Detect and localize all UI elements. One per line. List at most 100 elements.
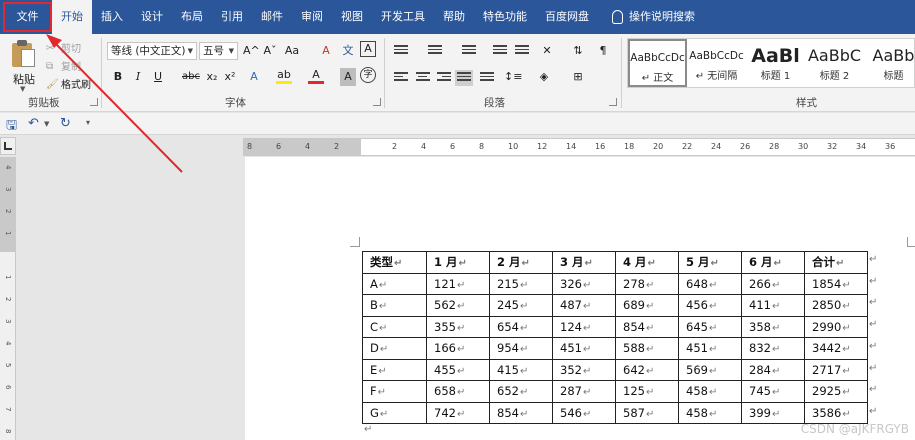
tab-view[interactable]: 视图 <box>332 0 372 34</box>
numbering-icon[interactable] <box>428 45 442 57</box>
table-cell[interactable]: 658↵ <box>426 380 490 403</box>
table-cell[interactable]: 166↵ <box>426 337 490 360</box>
table-header-cell[interactable]: 合计↵ <box>804 251 868 274</box>
table-cell[interactable]: 648↵ <box>678 272 742 295</box>
table-cell[interactable]: D↵ <box>362 337 427 360</box>
table-cell[interactable]: 287↵ <box>552 380 616 403</box>
style-item[interactable]: AaBbCcDc ↵ 正文 <box>628 39 687 87</box>
clear-format-button[interactable]: A <box>318 42 334 60</box>
font-size-dropdown[interactable]: 五号 ▼ <box>199 42 238 60</box>
line-spacing-icon[interactable]: ↕≡ <box>504 68 522 86</box>
table-cell[interactable]: 2717↵ <box>804 358 868 381</box>
font-family-dropdown[interactable]: 等线 (中文正文) ▼ <box>107 42 197 60</box>
table-cell[interactable]: A↵ <box>362 272 427 295</box>
table-cell[interactable]: 487↵ <box>552 294 616 317</box>
redo-icon[interactable]: ↻ <box>60 116 71 131</box>
table-cell[interactable]: 415↵ <box>489 358 553 381</box>
table-cell[interactable]: 3586↵ <box>804 401 868 424</box>
table-cell[interactable]: 455↵ <box>426 358 490 381</box>
tab-baidu[interactable]: 百度网盘 <box>536 0 598 34</box>
align-right-icon[interactable] <box>437 72 451 84</box>
multilevel-list-icon[interactable] <box>462 45 476 57</box>
tab-mailings[interactable]: 邮件 <box>252 0 292 34</box>
paragraph-launcher-icon[interactable] <box>609 98 617 106</box>
enclose-char-icon[interactable]: 字 <box>360 67 376 83</box>
strikethrough-button[interactable]: abc <box>182 68 200 86</box>
chinese-layout-icon[interactable]: ✕ <box>539 42 555 60</box>
table-cell[interactable]: 3442↵ <box>804 337 868 360</box>
table-cell[interactable]: 266↵ <box>741 272 805 295</box>
table-cell[interactable]: 352↵ <box>552 358 616 381</box>
tab-developer[interactable]: 开发工具 <box>372 0 434 34</box>
table-cell[interactable]: 652↵ <box>489 380 553 403</box>
align-left-icon[interactable] <box>394 72 408 84</box>
table-cell[interactable]: 399↵ <box>741 401 805 424</box>
distributed-icon[interactable] <box>480 72 494 84</box>
tab-references[interactable]: 引用 <box>212 0 252 34</box>
tab-selector-button[interactable] <box>0 137 16 155</box>
table-cell[interactable]: B↵ <box>362 294 427 317</box>
borders-icon[interactable]: ⊞ <box>570 68 586 86</box>
tab-design[interactable]: 设计 <box>132 0 172 34</box>
clipboard-launcher-icon[interactable] <box>90 98 98 106</box>
table-cell[interactable]: 326↵ <box>552 272 616 295</box>
highlight-icon[interactable]: ab <box>276 68 292 84</box>
table-cell[interactable]: 854↵ <box>489 401 553 424</box>
table-cell[interactable]: 456↵ <box>678 294 742 317</box>
table-header-cell[interactable]: 1 月↵ <box>426 251 490 274</box>
table-cell[interactable]: 121↵ <box>426 272 490 295</box>
table-cell[interactable]: 587↵ <box>615 401 679 424</box>
table-cell[interactable]: 562↵ <box>426 294 490 317</box>
table-cell[interactable]: C↵ <box>362 315 427 338</box>
tell-me-search[interactable]: 操作说明搜索 <box>598 0 704 34</box>
style-item[interactable]: AaBbCcDc ↵ 无间隔 <box>687 39 746 87</box>
format-painter-button[interactable]: 🖌 格式刷 <box>46 76 91 92</box>
phonetic-guide-button[interactable]: 文 <box>340 42 356 60</box>
underline-button[interactable]: U <box>150 68 166 86</box>
paste-icon[interactable] <box>12 40 36 68</box>
table-cell[interactable]: 411↵ <box>741 294 805 317</box>
tab-insert[interactable]: 插入 <box>92 0 132 34</box>
table-header-cell[interactable]: 类型↵ <box>362 251 427 274</box>
table-cell[interactable]: 125↵ <box>615 380 679 403</box>
table-cell[interactable]: 689↵ <box>615 294 679 317</box>
table-cell[interactable]: 458↵ <box>678 401 742 424</box>
table-cell[interactable]: 451↵ <box>678 337 742 360</box>
char-border-button[interactable]: A <box>360 41 376 57</box>
table-cell[interactable]: 284↵ <box>741 358 805 381</box>
tab-home[interactable]: 开始 <box>52 0 92 34</box>
tab-help[interactable]: 帮助 <box>434 0 474 34</box>
decrease-indent-icon[interactable] <box>493 45 507 57</box>
style-item[interactable]: AaBbC 标题 2 <box>805 39 864 87</box>
table-cell[interactable]: 358↵ <box>741 315 805 338</box>
bullets-icon[interactable] <box>394 45 408 57</box>
table-cell[interactable]: G↵ <box>362 401 427 424</box>
table-cell[interactable]: 245↵ <box>489 294 553 317</box>
shrink-font-button[interactable]: Aˇ <box>262 42 278 60</box>
superscript-button[interactable]: x² <box>222 68 238 86</box>
font-color-icon[interactable]: A <box>308 68 324 84</box>
bold-button[interactable]: B <box>110 68 126 86</box>
vertical-ruler[interactable]: 4 3 2 1 1 2 3 4 5 6 7 8 <box>0 157 16 440</box>
style-item[interactable]: AaBl 标题 1 <box>746 39 805 87</box>
paste-dropdown-icon[interactable]: ▼ <box>20 85 25 93</box>
table-cell[interactable]: 745↵ <box>741 380 805 403</box>
shading-icon[interactable]: ◈ <box>536 68 552 86</box>
table-cell[interactable]: E↵ <box>362 358 427 381</box>
table-cell[interactable]: 355↵ <box>426 315 490 338</box>
table-cell[interactable]: 832↵ <box>741 337 805 360</box>
align-center-icon[interactable] <box>416 72 430 84</box>
tab-review[interactable]: 审阅 <box>292 0 332 34</box>
table-header-cell[interactable]: 2 月↵ <box>489 251 553 274</box>
table-cell[interactable]: 2850↵ <box>804 294 868 317</box>
table-header-cell[interactable]: 6 月↵ <box>741 251 805 274</box>
text-effects-icon[interactable]: A <box>246 68 262 86</box>
table-cell[interactable]: 854↵ <box>615 315 679 338</box>
table-cell[interactable]: 588↵ <box>615 337 679 360</box>
font-launcher-icon[interactable] <box>373 98 381 106</box>
undo-dropdown-icon[interactable]: ▼ <box>44 120 49 128</box>
table-cell[interactable]: 458↵ <box>678 380 742 403</box>
table-header-cell[interactable]: 4 月↵ <box>615 251 679 274</box>
change-case-button[interactable]: Aa <box>284 42 300 60</box>
table-cell[interactable]: 2990↵ <box>804 315 868 338</box>
